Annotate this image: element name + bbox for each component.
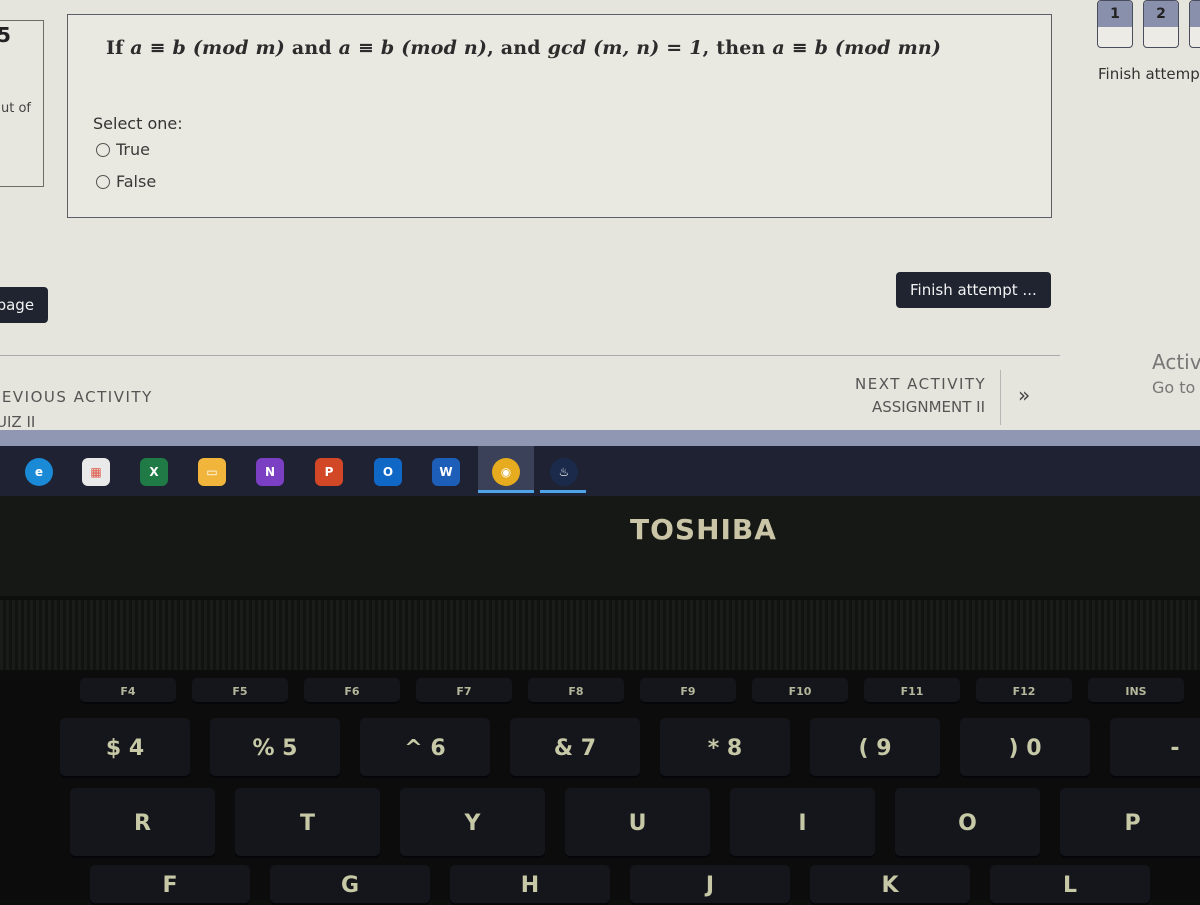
- key-number[interactable]: & 7: [510, 718, 640, 778]
- previous-page-button[interactable]: s page: [0, 287, 49, 323]
- quiz-nav-number: [1190, 1, 1200, 27]
- screen: 5 ut of If a ≡ b (mod m) and a ≡ b (mod …: [0, 0, 1200, 500]
- key-number[interactable]: $ 4: [60, 718, 190, 778]
- footer-bar: [0, 430, 1200, 446]
- next-activity-separator: [1000, 370, 1001, 425]
- key-number[interactable]: % 5: [210, 718, 340, 778]
- question-box: If a ≡ b (mod m) and a ≡ b (mod n), and …: [67, 14, 1052, 218]
- activate-windows-subtitle: Go to: [1152, 378, 1196, 397]
- key-p[interactable]: P: [1060, 788, 1200, 858]
- edge-icon[interactable]: e: [25, 458, 53, 486]
- key-f5[interactable]: F5: [192, 678, 288, 704]
- outlook-icon[interactable]: O: [374, 458, 402, 486]
- key-number[interactable]: -: [1110, 718, 1200, 778]
- key-k[interactable]: K: [810, 865, 970, 905]
- next-activity-link[interactable]: ASSIGNMENT II: [872, 398, 985, 416]
- quiz-nav-question-2[interactable]: 2: [1143, 0, 1179, 48]
- finish-attempt-link[interactable]: Finish attemp: [1098, 65, 1200, 83]
- answer-option-true[interactable]: True: [96, 140, 150, 159]
- radio-true[interactable]: [96, 142, 110, 157]
- answer-label-true: True: [116, 140, 150, 159]
- key-i[interactable]: I: [730, 788, 875, 858]
- math-expression: gcd (m, n) = 1: [547, 37, 703, 59]
- question-text: If a ≡ b (mod m) and a ≡ b (mod n), and …: [106, 37, 941, 59]
- store-icon[interactable]: ▦: [82, 458, 110, 486]
- radio-false[interactable]: [96, 174, 110, 189]
- key-j[interactable]: J: [630, 865, 790, 905]
- question-info-panel: 5 ut of: [0, 20, 44, 187]
- activate-windows-title: Activ: [1152, 350, 1200, 374]
- key-f4[interactable]: F4: [80, 678, 176, 704]
- answer-option-false[interactable]: False: [96, 172, 156, 191]
- key-number[interactable]: ( 9: [810, 718, 940, 778]
- word-icon[interactable]: W: [432, 458, 460, 486]
- next-activity-arrow-icon[interactable]: »: [1018, 383, 1030, 407]
- question-text-fragment: and: [285, 37, 339, 59]
- next-activity-heading[interactable]: NEXT ACTIVITY: [855, 375, 986, 393]
- key-number[interactable]: * 8: [660, 718, 790, 778]
- quiz-nav-number: 1: [1098, 1, 1132, 27]
- math-expression: a ≡ b (mod n): [338, 37, 488, 59]
- key-f10[interactable]: F10: [752, 678, 848, 704]
- key-u[interactable]: U: [565, 788, 710, 858]
- speaker-grille: [0, 600, 1200, 670]
- divider: [0, 355, 1060, 356]
- quiz-navigation: 1 2: [1097, 0, 1200, 48]
- chrome-running-indicator: [478, 490, 534, 493]
- brand-logo: TOSHIBA: [630, 513, 777, 546]
- key-g[interactable]: G: [270, 865, 430, 905]
- previous-activity-link[interactable]: UIZ II: [0, 413, 35, 431]
- key-number[interactable]: ) 0: [960, 718, 1090, 778]
- key-f9[interactable]: F9: [640, 678, 736, 704]
- key-r[interactable]: R: [70, 788, 215, 858]
- quiz-nav-number: 2: [1144, 1, 1178, 27]
- question-text-fragment: , then: [702, 37, 773, 59]
- select-one-label: Select one:: [93, 114, 183, 133]
- key-number[interactable]: ^ 6: [360, 718, 490, 778]
- powerpoint-icon[interactable]: P: [315, 458, 343, 486]
- question-number: 5: [0, 23, 11, 47]
- onenote-icon[interactable]: N: [256, 458, 284, 486]
- steam-running-indicator: [540, 490, 586, 493]
- key-f7[interactable]: F7: [416, 678, 512, 704]
- laptop-bezel: TOSHIBA: [0, 496, 1200, 596]
- keyboard: F4 F5 F6 F7 F8 F9 F10 F11 F12 INS $ 4 % 5 ^ 6 & 7 * 8 (…: [0, 670, 1200, 905]
- chrome-icon[interactable]: ◉: [492, 458, 520, 486]
- previous-activity-heading[interactable]: REVIOUS ACTIVITY: [0, 388, 153, 406]
- question-text-fragment: If: [106, 37, 131, 59]
- key-t[interactable]: T: [235, 788, 380, 858]
- key-l[interactable]: L: [990, 865, 1150, 905]
- quiz-nav-question-3[interactable]: [1189, 0, 1200, 48]
- key-o[interactable]: O: [895, 788, 1040, 858]
- answer-label-false: False: [116, 172, 157, 191]
- key-ins[interactable]: INS: [1088, 678, 1184, 704]
- question-text-fragment: , and: [487, 37, 548, 59]
- quiz-nav-question-1[interactable]: 1: [1097, 0, 1133, 48]
- key-f6[interactable]: F6: [304, 678, 400, 704]
- key-y[interactable]: Y: [400, 788, 545, 858]
- marks-out-of-label: ut of: [1, 101, 31, 116]
- finish-attempt-button[interactable]: Finish attempt ...: [896, 272, 1051, 308]
- taskbar: e ▦ X ▭ N P O W ◉ ♨: [0, 446, 1200, 496]
- math-expression: a ≡ b (mod m): [130, 37, 286, 59]
- key-h[interactable]: H: [450, 865, 610, 905]
- file-explorer-icon[interactable]: ▭: [198, 458, 226, 486]
- key-f8[interactable]: F8: [528, 678, 624, 704]
- math-expression: a ≡ b (mod mn): [772, 37, 942, 59]
- key-f12[interactable]: F12: [976, 678, 1072, 704]
- steam-icon[interactable]: ♨: [550, 458, 578, 486]
- key-f11[interactable]: F11: [864, 678, 960, 704]
- key-f[interactable]: F: [90, 865, 250, 905]
- excel-icon[interactable]: X: [140, 458, 168, 486]
